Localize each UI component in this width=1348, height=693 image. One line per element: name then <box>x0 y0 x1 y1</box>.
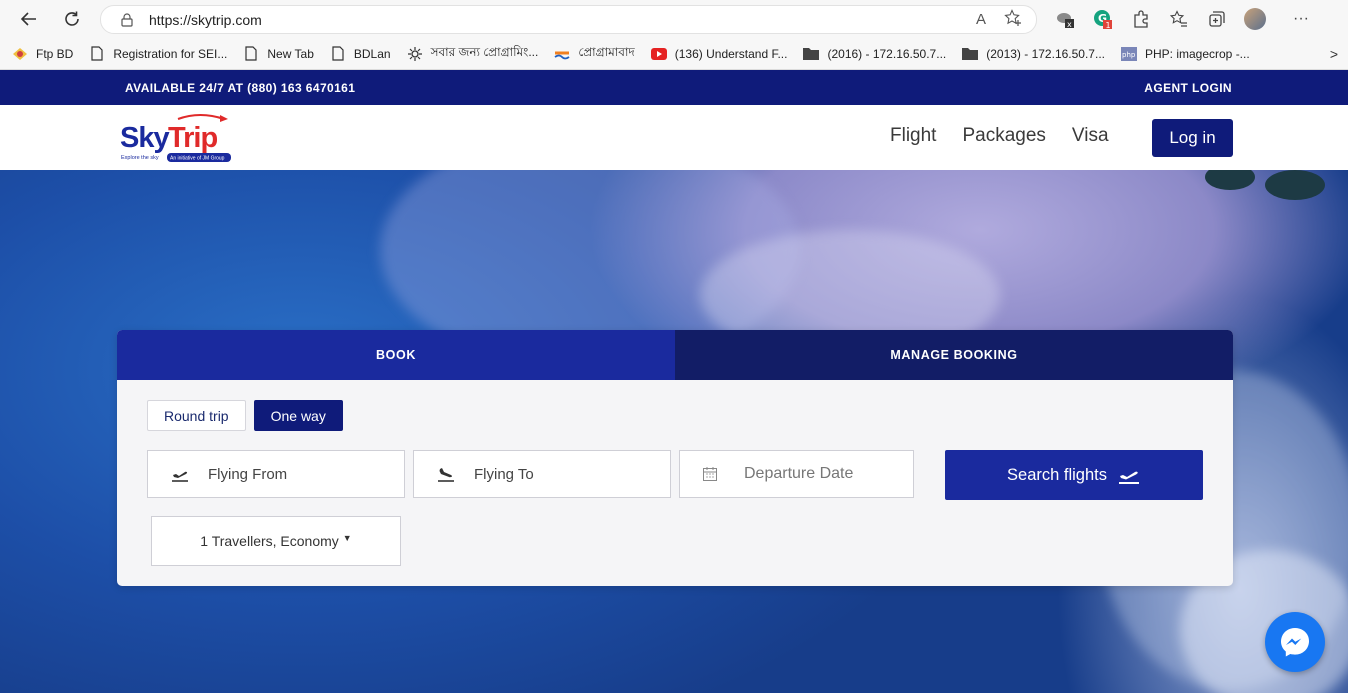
nav-packages[interactable]: Packages <box>962 125 1045 147</box>
lock-icon[interactable] <box>121 12 133 27</box>
round-trip-button[interactable]: Round trip <box>147 400 246 431</box>
extension-icon[interactable]: x <box>1052 6 1078 32</box>
svg-text:Trip: Trip <box>168 122 217 154</box>
page-icon <box>89 46 105 62</box>
bookmarks-more-icon[interactable]: > <box>1330 46 1338 62</box>
plane-takeoff-icon <box>170 464 190 484</box>
bookmark-php-imagecrop[interactable]: php PHP: imagecrop -... <box>1120 46 1250 62</box>
page-icon <box>330 46 346 62</box>
bookmark-label: সবার জন্য প্রোগ্রামিং... <box>430 44 539 59</box>
search-flights-button[interactable]: Search flights <box>945 450 1203 500</box>
bookmark-label: BDLan <box>353 46 391 61</box>
booking-card: BOOK MANAGE BOOKING Round trip One way F… <box>117 330 1233 586</box>
page-icon <box>243 46 259 62</box>
main-nav: Flight Packages Visa <box>890 125 1109 147</box>
settings-more-icon[interactable]: ··· <box>1288 6 1314 32</box>
folder-icon <box>803 46 820 62</box>
back-icon[interactable] <box>14 4 44 34</box>
bookmark-label: New Tab <box>267 46 314 61</box>
favorites-icon[interactable] <box>1166 6 1192 32</box>
messenger-icon <box>1281 628 1309 657</box>
bookmark-label: Registration for SEI... <box>113 46 228 61</box>
login-button[interactable]: Log in <box>1152 119 1233 157</box>
browser-toolbar: https://skytrip.com A x G1 ··· <box>0 0 1348 38</box>
profile-avatar[interactable] <box>1242 6 1268 32</box>
extensions-puzzle-icon[interactable] <box>1128 6 1154 32</box>
bookmark-label: PHP: imagecrop -... <box>1144 46 1250 61</box>
gear-icon <box>407 46 423 62</box>
grammarly-icon[interactable]: G1 <box>1090 6 1116 32</box>
bookmark-label: প্রোগ্রামাবাদ <box>578 44 635 59</box>
flying-to-field[interactable]: Flying To <box>413 450 671 498</box>
bookmarks-bar: Ftp BD Registration for SEI... New Tab B… <box>0 38 1348 70</box>
agent-login-link[interactable]: AGENT LOGIN <box>1144 81 1232 95</box>
youtube-icon <box>650 46 667 62</box>
departure-date-placeholder: Departure Date <box>744 465 854 482</box>
bookmark-registration[interactable]: Registration for SEI... <box>89 46 227 62</box>
bookmark-bdlan[interactable]: BDLan <box>330 46 391 62</box>
bookmark-ftp-bd[interactable]: Ftp BD <box>12 46 73 62</box>
logo-tagline: Explore the sky <box>121 155 159 161</box>
svg-text:1: 1 <box>1106 21 1111 29</box>
bookmark-youtube[interactable]: (136) Understand F... <box>650 46 788 62</box>
travellers-dropdown[interactable]: 1 Travellers, Economy ▼ <box>151 516 401 566</box>
url-text[interactable]: https://skytrip.com <box>149 12 262 28</box>
nav-flight[interactable]: Flight <box>890 125 936 147</box>
plane-takeoff-icon <box>1117 466 1141 484</box>
bookmark-label: (136) Understand F... <box>674 46 788 61</box>
address-bar[interactable]: https://skytrip.com A <box>100 5 1037 34</box>
bookmark-folder-2016[interactable]: (2016) - 172.16.50.7... <box>803 46 946 62</box>
bookmark-folder-2013[interactable]: (2013) - 172.16.50.7... <box>962 46 1105 62</box>
wave-icon <box>554 46 570 62</box>
calendar-icon <box>700 464 720 484</box>
departure-date-field[interactable]: Departure Date <box>679 450 914 498</box>
folder-icon <box>962 46 979 62</box>
collections-icon[interactable] <box>1204 6 1230 32</box>
svg-text:Sky: Sky <box>120 122 169 154</box>
search-flights-label: Search flights <box>1007 465 1107 484</box>
availability-text: AVAILABLE 24/7 AT (880) 163 6470161 <box>125 81 356 95</box>
bookmark-programming[interactable]: সবার জন্য প্রোগ্রামিং... <box>407 44 539 64</box>
php-icon: php <box>1120 46 1137 62</box>
skytrip-logo[interactable]: Sky Trip Explore the sky An initiative o… <box>120 113 232 165</box>
caret-down-icon: ▼ <box>342 533 352 543</box>
bookmark-label: (2016) - 172.16.50.7... <box>827 46 947 61</box>
reload-icon[interactable] <box>57 4 87 34</box>
flying-from-field[interactable]: Flying From <box>147 450 405 498</box>
read-aloud-icon[interactable]: A <box>976 11 986 28</box>
ftp-icon <box>12 46 28 62</box>
flying-from-placeholder: Flying From <box>208 465 288 483</box>
booking-tabs: BOOK MANAGE BOOKING <box>117 330 1233 380</box>
logo-badge: An initiative of JM Group <box>170 156 225 162</box>
trip-type-toggle: Round trip One way <box>147 400 343 431</box>
svg-text:php: php <box>1122 51 1136 59</box>
flying-to-placeholder: Flying To <box>474 465 534 483</box>
one-way-button[interactable]: One way <box>253 400 343 431</box>
bookmark-label: (2013) - 172.16.50.7... <box>986 46 1105 61</box>
contact-strip: AVAILABLE 24/7 AT (880) 163 6470161 AGEN… <box>0 70 1348 105</box>
bookmark-programabad[interactable]: প্রোগ্রামাবাদ <box>554 44 635 64</box>
bookmark-label: Ftp BD <box>36 46 74 61</box>
site-header: Sky Trip Explore the sky An initiative o… <box>0 105 1348 170</box>
travellers-value: 1 Travellers, Economy <box>200 533 339 549</box>
plane-landing-icon <box>436 464 456 484</box>
bookmark-new-tab[interactable]: New Tab <box>243 46 314 62</box>
messenger-chat-button[interactable] <box>1265 612 1325 672</box>
tab-manage-booking[interactable]: MANAGE BOOKING <box>675 330 1233 380</box>
nav-visa[interactable]: Visa <box>1072 125 1109 147</box>
svg-text:x: x <box>1067 20 1072 29</box>
favorite-add-icon[interactable] <box>1004 9 1022 30</box>
tab-book[interactable]: BOOK <box>117 330 675 380</box>
